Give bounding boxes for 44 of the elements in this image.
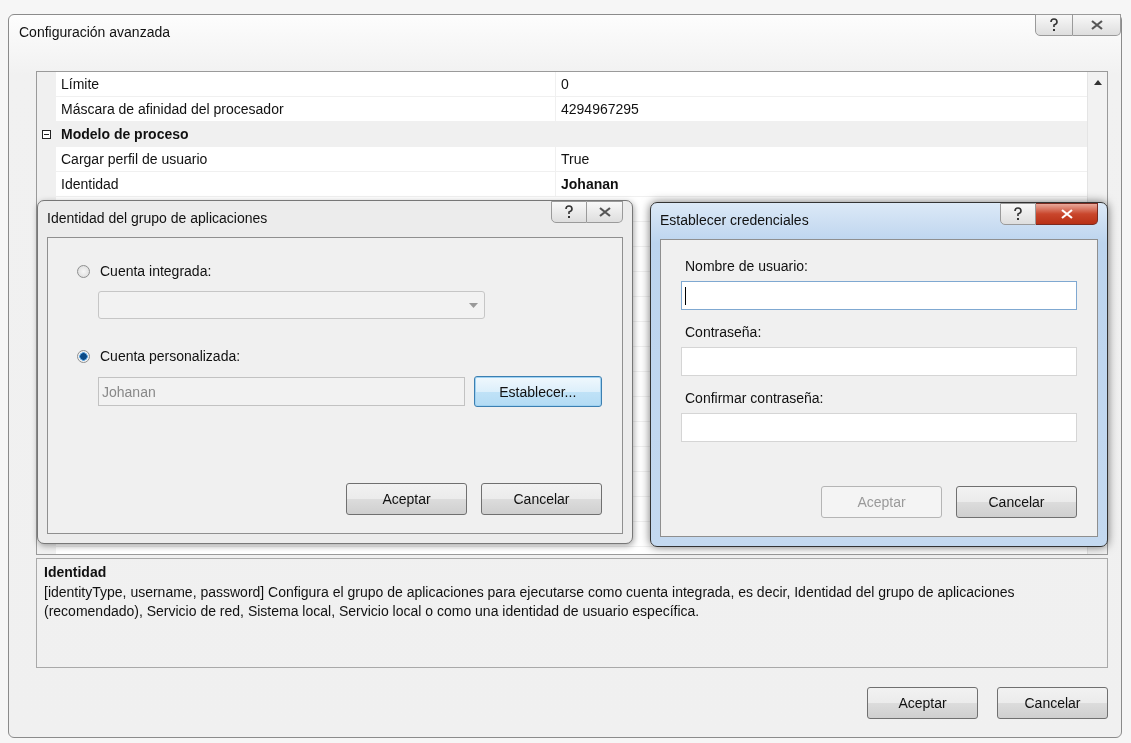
description-title: Identidad xyxy=(44,564,108,580)
window-title: Identidad del grupo de aplicaciones xyxy=(47,209,268,226)
property-name[interactable]: Límite xyxy=(56,72,556,96)
dialog-button[interactable]: Aceptar xyxy=(346,483,467,515)
field-label: Nombre de usuario: xyxy=(684,258,809,276)
dialog-button[interactable]: Cancelar xyxy=(481,483,602,515)
input-field[interactable] xyxy=(681,347,1077,376)
scroll-up-icon[interactable] xyxy=(1093,80,1102,85)
collapse-icon[interactable] xyxy=(42,129,51,139)
dialog-button[interactable]: Aceptar xyxy=(867,687,978,719)
help-button[interactable] xyxy=(1035,14,1073,36)
help-icon xyxy=(1013,207,1023,221)
help-icon xyxy=(564,205,574,219)
property-value[interactable]: True xyxy=(556,151,590,167)
close-icon xyxy=(1090,20,1103,30)
close-icon xyxy=(598,207,611,217)
help-button[interactable] xyxy=(1000,203,1036,225)
property-name[interactable]: Máscara de afinidad del procesador xyxy=(56,97,556,121)
dropdown-arrow-icon xyxy=(469,302,478,308)
dialog-button[interactable]: Cancelar xyxy=(956,486,1077,518)
property-value[interactable]: Johanan xyxy=(556,176,619,192)
radio-option[interactable]: Cuenta personalizada: xyxy=(77,344,602,368)
close-button[interactable] xyxy=(1073,14,1121,36)
category-label[interactable]: Modelo de proceso xyxy=(56,126,189,142)
help-icon xyxy=(1049,18,1059,32)
input-field[interactable] xyxy=(681,281,1077,310)
input-field[interactable] xyxy=(681,413,1077,442)
window-title: Configuración avanzada xyxy=(19,23,170,40)
close-button[interactable] xyxy=(1036,203,1098,225)
property-name[interactable]: Identidad xyxy=(56,172,556,196)
field-label: Contraseña: xyxy=(684,324,763,342)
close-icon xyxy=(1060,209,1073,219)
description-text: [identityType, username, password] Configura el grupo de aplicaciones para ejecutarse como cuenta integrada, es decir, Identidad del grupo de aplicaciones (recomendado), Servicio de red, Sistema local, Servicio local o como una identidad de usuario específica. xyxy=(44,583,1016,621)
property-value[interactable]: 0 xyxy=(556,76,569,92)
text-cursor xyxy=(685,286,686,305)
dialog-button[interactable]: Establecer... xyxy=(473,376,602,407)
field-label: Confirmar contraseña: xyxy=(684,390,825,408)
close-button[interactable] xyxy=(587,201,623,223)
window-title: Establecer credenciales xyxy=(660,211,809,228)
dialog-button[interactable]: Cancelar xyxy=(997,687,1108,719)
radio-option[interactable]: Cuenta integrada: xyxy=(77,259,602,283)
property-value[interactable]: 4294967295 xyxy=(556,101,639,117)
property-name[interactable]: Cargar perfil de usuario xyxy=(56,147,556,171)
help-button[interactable] xyxy=(551,201,587,223)
